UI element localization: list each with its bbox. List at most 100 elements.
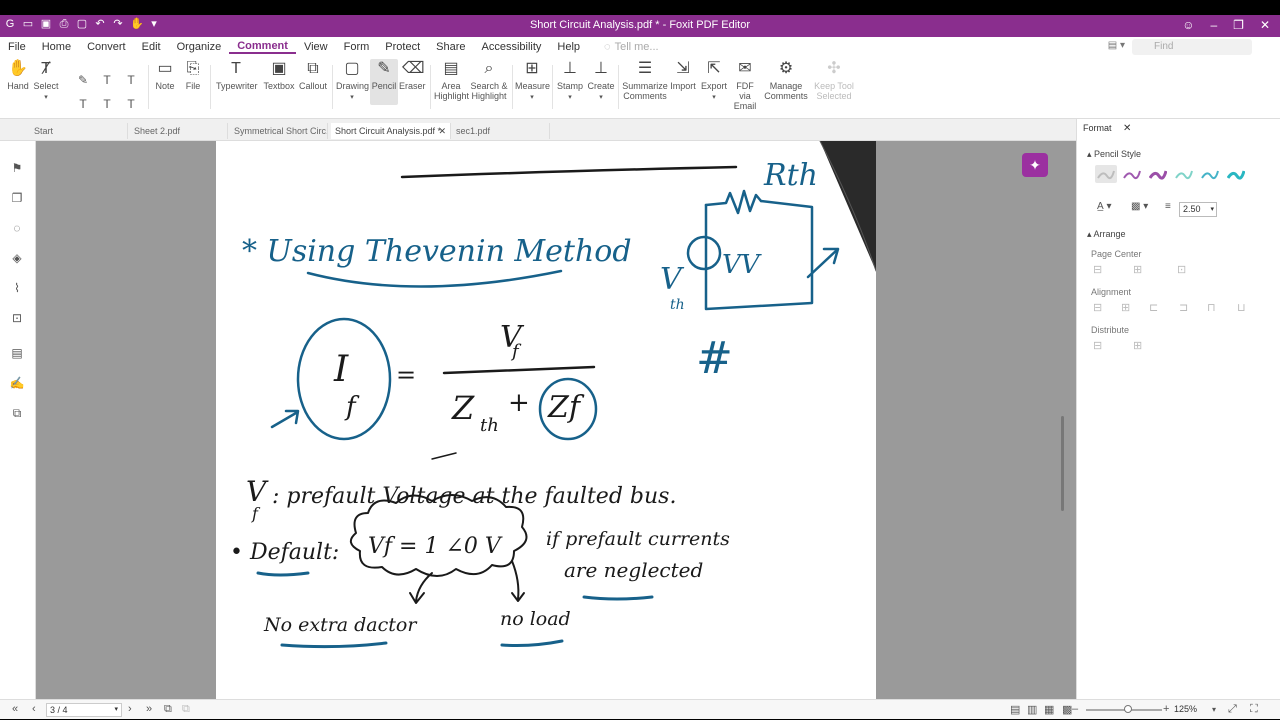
format-tab[interactable]: Format xyxy=(1083,123,1112,133)
import-tool[interactable]: ⇲ Import xyxy=(669,59,697,91)
distribute-vertical-icon[interactable]: ⊟ xyxy=(1093,339,1102,352)
menu-view[interactable]: View xyxy=(296,41,336,53)
strikeout-text-icon[interactable]: T xyxy=(124,73,138,87)
align-left-icon[interactable]: ⊏ xyxy=(1149,301,1158,314)
textbox-tool[interactable]: ▣ Textbox xyxy=(262,59,296,91)
menu-convert[interactable]: Convert xyxy=(79,41,134,53)
menu-file[interactable]: File xyxy=(0,41,34,53)
attachments-icon[interactable]: ⌇ xyxy=(9,281,25,297)
pencil-tool[interactable]: ✎ Pencil xyxy=(370,59,398,105)
find-input[interactable]: Find xyxy=(1132,39,1252,55)
pdf-page[interactable]: * Using Thevenin Method I f = V f Z th +… xyxy=(216,141,876,699)
menu-share[interactable]: Share xyxy=(428,41,473,53)
menu-organize[interactable]: Organize xyxy=(169,41,230,53)
pencil-style-swatch[interactable] xyxy=(1173,165,1195,183)
fullscreen-icon[interactable]: ⛶ xyxy=(1250,703,1258,716)
menu-form[interactable]: Form xyxy=(336,41,378,53)
zoom-dropdown-icon[interactable]: ▾ xyxy=(1212,705,1216,714)
select-tool[interactable]: Ⱦ Select ▾ xyxy=(33,59,59,103)
underline-text-icon[interactable]: T xyxy=(100,73,114,87)
tab-start[interactable]: Start xyxy=(30,123,128,139)
align-middle-icon[interactable]: ⊞ xyxy=(1121,301,1130,314)
tab-sheet2[interactable]: Sheet 2.pdf xyxy=(130,123,228,139)
layers-icon[interactable]: ◈ xyxy=(9,251,25,267)
drawing-tool[interactable]: ▢ Drawing ▾ xyxy=(336,59,369,103)
center-horizontal-icon[interactable]: ⊟ xyxy=(1093,263,1102,276)
first-page-icon[interactable]: « xyxy=(12,703,18,715)
align-top-icon[interactable]: ⊟ xyxy=(1093,301,1102,314)
note-tool[interactable]: ▭ Note xyxy=(154,59,176,91)
zoom-out-icon[interactable]: – xyxy=(1072,703,1078,715)
pencil-style-swatch[interactable] xyxy=(1095,165,1117,183)
align-center-icon[interactable]: ⊔ xyxy=(1237,301,1246,314)
opacity-picker[interactable]: ▩ ▾ xyxy=(1131,201,1148,212)
typewriter-tool[interactable]: T Typewriter xyxy=(216,59,258,91)
close-tab-icon[interactable]: ✕ xyxy=(438,123,446,139)
vertical-scrollbar[interactable] xyxy=(1061,416,1064,511)
highlight-pen-icon[interactable]: ✎ xyxy=(76,73,90,87)
align-bottom-icon[interactable]: ⊓ xyxy=(1207,301,1216,314)
menu-home[interactable]: Home xyxy=(34,41,79,53)
export-tool[interactable]: ⇱ Export ▾ xyxy=(700,59,728,103)
search-highlight-tool[interactable]: ⌕ Search & Highlight xyxy=(470,59,508,101)
comments-icon[interactable]: ◌ xyxy=(9,221,25,237)
restore-button[interactable]: ❐ xyxy=(1233,18,1244,32)
chevron-down-icon[interactable]: ▾ xyxy=(1210,203,1214,216)
squiggly-text-icon[interactable]: T xyxy=(76,97,90,111)
replace-text-icon[interactable]: T xyxy=(100,97,114,111)
next-page-icon[interactable]: › xyxy=(128,703,132,715)
center-vertical-icon[interactable]: ⊞ xyxy=(1133,263,1142,276)
pencil-style-swatch[interactable] xyxy=(1199,165,1221,183)
measure-tool[interactable]: ⊞ Measure ▾ xyxy=(515,59,550,103)
continuous-view-icon[interactable]: ▥ xyxy=(1027,703,1037,716)
tab-sec1[interactable]: sec1.pdf xyxy=(452,123,550,139)
pages-icon[interactable]: ❐ xyxy=(9,191,25,207)
stroke-color-picker[interactable]: A̲ ▾ xyxy=(1097,201,1111,212)
continuous-facing-view-icon[interactable]: ▩ xyxy=(1062,703,1072,716)
close-panel-icon[interactable]: ✕ xyxy=(1123,123,1131,134)
menu-comment[interactable]: Comment xyxy=(229,40,296,54)
tell-me-box[interactable]: ◌ Tell me... xyxy=(598,40,665,54)
minimize-button[interactable]: – xyxy=(1210,18,1217,32)
fdf-via-email-tool[interactable]: ✉ FDF via Email xyxy=(731,59,759,111)
facing-view-icon[interactable]: ▦ xyxy=(1044,703,1054,716)
pencil-style-swatch[interactable] xyxy=(1121,165,1143,183)
document-viewer[interactable]: * Using Thevenin Method I f = V f Z th +… xyxy=(36,141,1076,699)
chevron-down-icon[interactable]: ▾ xyxy=(114,704,118,716)
fit-page-icon[interactable]: ⤢ xyxy=(1228,703,1237,716)
stamp-tool[interactable]: ⊥ Stamp ▾ xyxy=(556,59,584,103)
menu-protect[interactable]: Protect xyxy=(377,41,428,53)
security-icon[interactable]: ⊡ xyxy=(9,311,25,327)
zoom-slider-knob[interactable] xyxy=(1124,705,1132,713)
content-icon[interactable]: ▤ xyxy=(9,346,25,362)
menu-accessibility[interactable]: Accessibility xyxy=(474,41,550,53)
insert-text-icon[interactable]: T xyxy=(124,97,138,111)
menu-help[interactable]: Help xyxy=(549,41,588,53)
single-page-view-icon[interactable]: ▤ xyxy=(1010,703,1020,716)
assistant-lightbulb-button[interactable]: ✦ xyxy=(1022,153,1048,177)
area-highlight-tool[interactable]: ▤ Area Highlight xyxy=(434,59,469,101)
last-page-icon[interactable]: » xyxy=(146,703,152,715)
tab-short-circuit[interactable]: Short Circuit Analysis.pdf * ✕ xyxy=(331,123,451,139)
paste-page-icon[interactable]: ⧉ xyxy=(182,703,190,716)
center-both-icon[interactable]: ⊡ xyxy=(1177,263,1186,276)
bookmark-icon[interactable]: ⚑ xyxy=(9,161,25,177)
align-right-icon[interactable]: ⊐ xyxy=(1179,301,1188,314)
signature-icon[interactable]: ✍ xyxy=(9,376,25,392)
destinations-icon[interactable]: ⧉ xyxy=(9,406,25,422)
hand-tool[interactable]: ✋ Hand xyxy=(6,59,30,91)
page-number-input[interactable]: 3 / 4 ▾ xyxy=(46,703,122,717)
callout-tool[interactable]: ⧉ Callout xyxy=(299,59,327,91)
file-attach-tool[interactable]: ⎘ File xyxy=(182,59,204,91)
manage-comments-tool[interactable]: ⚙ Manage Comments xyxy=(762,59,810,101)
pencil-style-swatch[interactable] xyxy=(1147,165,1169,183)
pencil-style-swatch[interactable] xyxy=(1225,165,1247,183)
eraser-tool[interactable]: ⌫ Eraser xyxy=(399,59,426,91)
previous-page-icon[interactable]: ‹ xyxy=(32,703,36,715)
create-stamp-tool[interactable]: ⊥ Create ▾ xyxy=(587,59,615,103)
close-button[interactable]: ✕ xyxy=(1260,18,1270,32)
line-width-input[interactable]: 2.50 ▾ xyxy=(1179,202,1217,217)
menu-edit[interactable]: Edit xyxy=(134,41,169,53)
copy-page-icon[interactable]: ⧉ xyxy=(164,703,172,716)
keep-tool-selected[interactable]: ✣ Keep Tool Selected xyxy=(814,59,854,101)
